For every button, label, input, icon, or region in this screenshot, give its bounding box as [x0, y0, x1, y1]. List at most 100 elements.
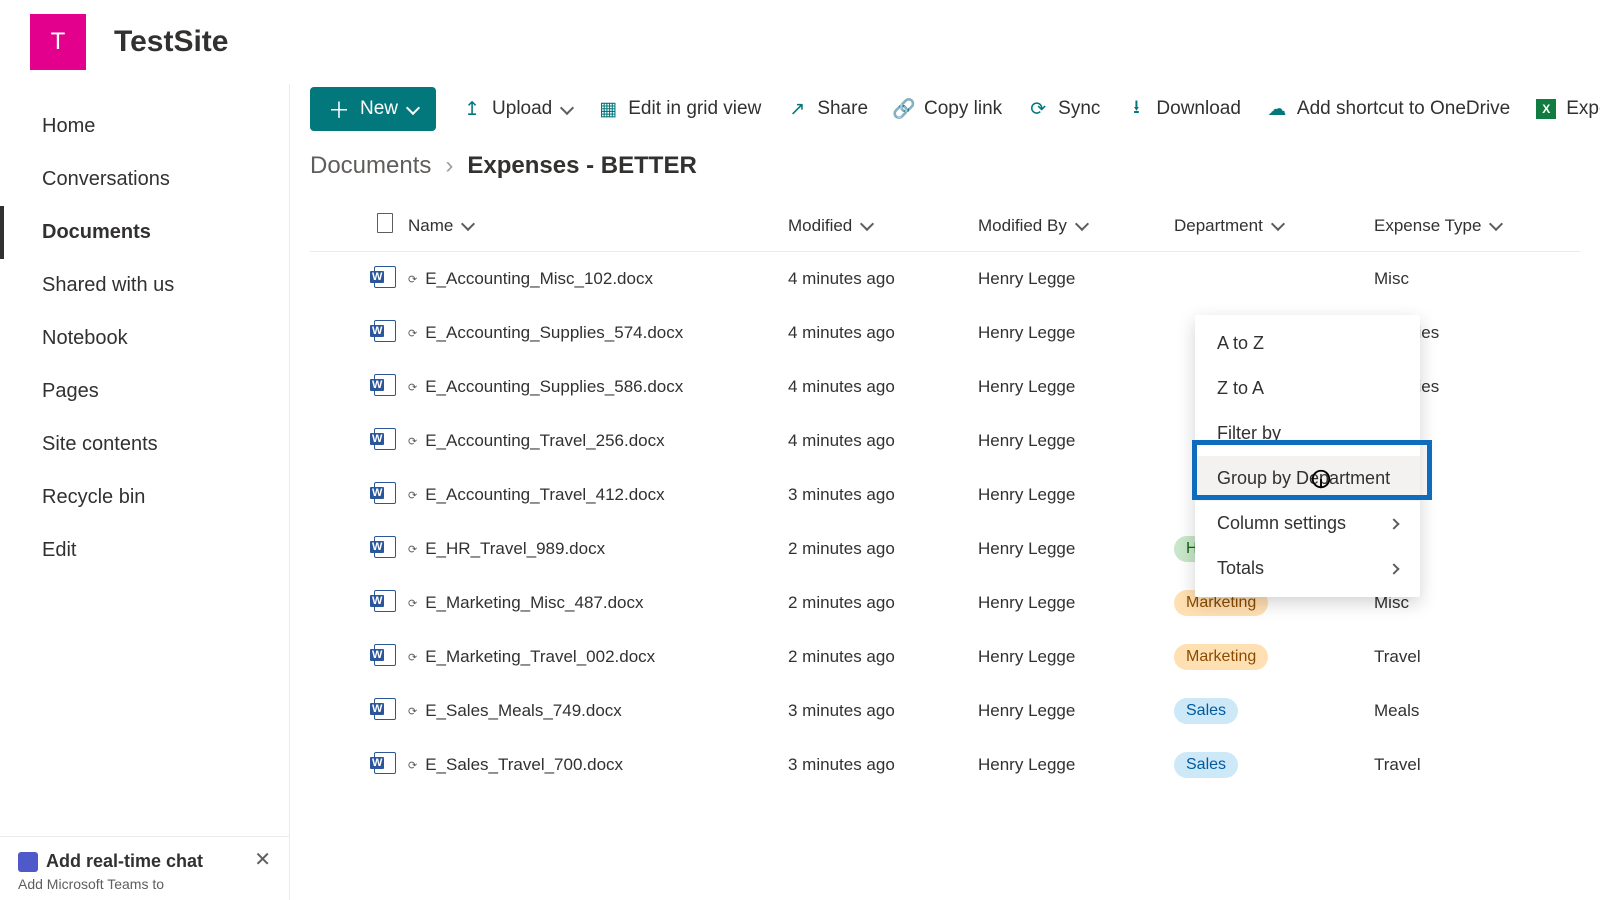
dropdown-column-settings[interactable]: Column settings — [1195, 501, 1420, 546]
chat-promo-sub: Add Microsoft Teams to — [18, 876, 271, 892]
nav-edit[interactable]: Edit — [0, 524, 289, 577]
column-expense-type[interactable]: Expense Type — [1374, 216, 1534, 236]
table-row[interactable]: ⟳E_Sales_Meals_749.docx3 minutes agoHenr… — [310, 684, 1580, 738]
chevron-down-icon — [461, 217, 475, 231]
site-logo: T — [30, 14, 86, 70]
word-doc-icon — [374, 590, 396, 612]
table-row[interactable]: ⟳E_Accounting_Misc_102.docx4 minutes ago… — [310, 252, 1580, 306]
plus-icon: ＋ — [328, 93, 350, 125]
modified-by-value: Henry Legge — [978, 377, 1174, 397]
nav-site-contents[interactable]: Site contents — [0, 418, 289, 471]
breadcrumb-root[interactable]: Documents — [310, 152, 431, 180]
nav-conversations[interactable]: Conversations — [0, 153, 289, 206]
nav-recycle[interactable]: Recycle bin — [0, 471, 289, 524]
download-button[interactable]: ⭳ Download — [1126, 98, 1241, 120]
onedrive-icon: ☁ — [1267, 99, 1287, 119]
add-shortcut-button[interactable]: ☁ Add shortcut to OneDrive — [1267, 98, 1510, 120]
export-excel-button[interactable]: X Export to Ex — [1536, 98, 1600, 120]
nav-shared[interactable]: Shared with us — [0, 259, 289, 312]
column-name[interactable]: Name — [408, 216, 788, 236]
copy-link-button[interactable]: 🔗 Copy link — [894, 98, 1002, 120]
sync-status-icon: ⟳ — [408, 381, 417, 394]
column-department[interactable]: Department — [1174, 216, 1374, 236]
file-name: E_Sales_Travel_700.docx — [425, 755, 623, 775]
file-name: E_Accounting_Supplies_586.docx — [425, 377, 683, 397]
nav-notebook[interactable]: Notebook — [0, 312, 289, 365]
close-icon[interactable]: ✕ — [254, 847, 271, 872]
nav-documents[interactable]: Documents — [0, 206, 289, 259]
modified-by-value: Henry Legge — [978, 485, 1174, 505]
word-doc-icon — [374, 266, 396, 288]
chevron-right-icon — [1388, 518, 1399, 529]
file-name: E_HR_Travel_989.docx — [425, 539, 605, 559]
word-doc-icon — [374, 428, 396, 450]
dropdown-sort-az[interactable]: A to Z — [1195, 321, 1420, 366]
file-icon — [377, 213, 393, 233]
share-button[interactable]: ↗ Share — [787, 98, 868, 120]
modified-value: 2 minutes ago — [788, 647, 978, 667]
chevron-down-icon — [406, 100, 420, 114]
chat-promo[interactable]: ✕ Add real-time chat Add Microsoft Teams… — [0, 836, 289, 900]
modified-by-value: Henry Legge — [978, 593, 1174, 613]
word-doc-icon — [374, 644, 396, 666]
breadcrumb-leaf: Expenses - BETTER — [467, 152, 696, 180]
word-doc-icon — [374, 536, 396, 558]
table-row[interactable]: ⟳E_Sales_Travel_700.docx3 minutes agoHen… — [310, 738, 1580, 792]
share-icon: ↗ — [787, 99, 807, 119]
file-name: E_Marketing_Travel_002.docx — [425, 647, 655, 667]
dropdown-group-by[interactable]: Group by Department — [1195, 456, 1420, 501]
dropdown-totals[interactable]: Totals — [1195, 546, 1420, 591]
modified-value: 2 minutes ago — [788, 539, 978, 559]
word-doc-icon — [374, 698, 396, 720]
file-name: E_Accounting_Misc_102.docx — [425, 269, 653, 289]
word-doc-icon — [374, 752, 396, 774]
column-dropdown: A to Z Z to A Filter by Group by Departm… — [1195, 315, 1420, 597]
sync-status-icon: ⟳ — [408, 543, 417, 556]
sidebar: Home Conversations Documents Shared with… — [0, 84, 290, 900]
nav-pages[interactable]: Pages — [0, 365, 289, 418]
grid-icon: ▦ — [598, 99, 618, 119]
site-header: T TestSite — [0, 0, 1600, 84]
chevron-down-icon — [1271, 217, 1285, 231]
sync-icon: ⟳ — [1028, 99, 1048, 119]
expense-type-value: Meals — [1374, 701, 1534, 721]
nav-home[interactable]: Home — [0, 100, 289, 153]
new-button[interactable]: ＋ New — [310, 87, 436, 131]
breadcrumb: Documents › Expenses - BETTER — [290, 144, 1600, 200]
sync-button[interactable]: ⟳ Sync — [1028, 98, 1100, 120]
file-name: E_Accounting_Supplies_574.docx — [425, 323, 683, 343]
upload-icon: ↥ — [462, 99, 482, 119]
modified-by-value: Henry Legge — [978, 539, 1174, 559]
column-modified-by[interactable]: Modified By — [978, 216, 1174, 236]
chevron-down-icon — [1489, 217, 1503, 231]
sync-status-icon: ⟳ — [408, 327, 417, 340]
word-doc-icon — [374, 482, 396, 504]
chevron-right-icon — [1388, 563, 1399, 574]
dropdown-sort-za[interactable]: Z to A — [1195, 366, 1420, 411]
department-value: Sales — [1174, 752, 1374, 778]
dropdown-filter-by[interactable]: Filter by — [1195, 411, 1420, 456]
modified-value: 3 minutes ago — [788, 755, 978, 775]
modified-by-value: Henry Legge — [978, 431, 1174, 451]
column-modified[interactable]: Modified — [788, 216, 978, 236]
edit-grid-button[interactable]: ▦ Edit in grid view — [598, 98, 761, 120]
upload-button[interactable]: ↥ Upload — [462, 98, 572, 120]
table-row[interactable]: ⟳E_Marketing_Travel_002.docx2 minutes ag… — [310, 630, 1580, 684]
modified-value: 2 minutes ago — [788, 593, 978, 613]
file-name: E_Marketing_Misc_487.docx — [425, 593, 643, 613]
sync-status-icon: ⟳ — [408, 597, 417, 610]
modified-value: 3 minutes ago — [788, 485, 978, 505]
modified-by-value: Henry Legge — [978, 647, 1174, 667]
chat-promo-title: Add real-time chat — [46, 851, 203, 872]
sync-status-icon: ⟳ — [408, 435, 417, 448]
chevron-down-icon — [560, 100, 574, 114]
chevron-down-icon — [860, 217, 874, 231]
file-type-header[interactable] — [362, 213, 408, 238]
sync-status-icon: ⟳ — [408, 705, 417, 718]
word-doc-icon — [374, 374, 396, 396]
modified-value: 3 minutes ago — [788, 701, 978, 721]
department-value: Marketing — [1174, 644, 1374, 670]
sync-status-icon: ⟳ — [408, 759, 417, 772]
modified-value: 4 minutes ago — [788, 377, 978, 397]
site-title: TestSite — [114, 25, 228, 59]
